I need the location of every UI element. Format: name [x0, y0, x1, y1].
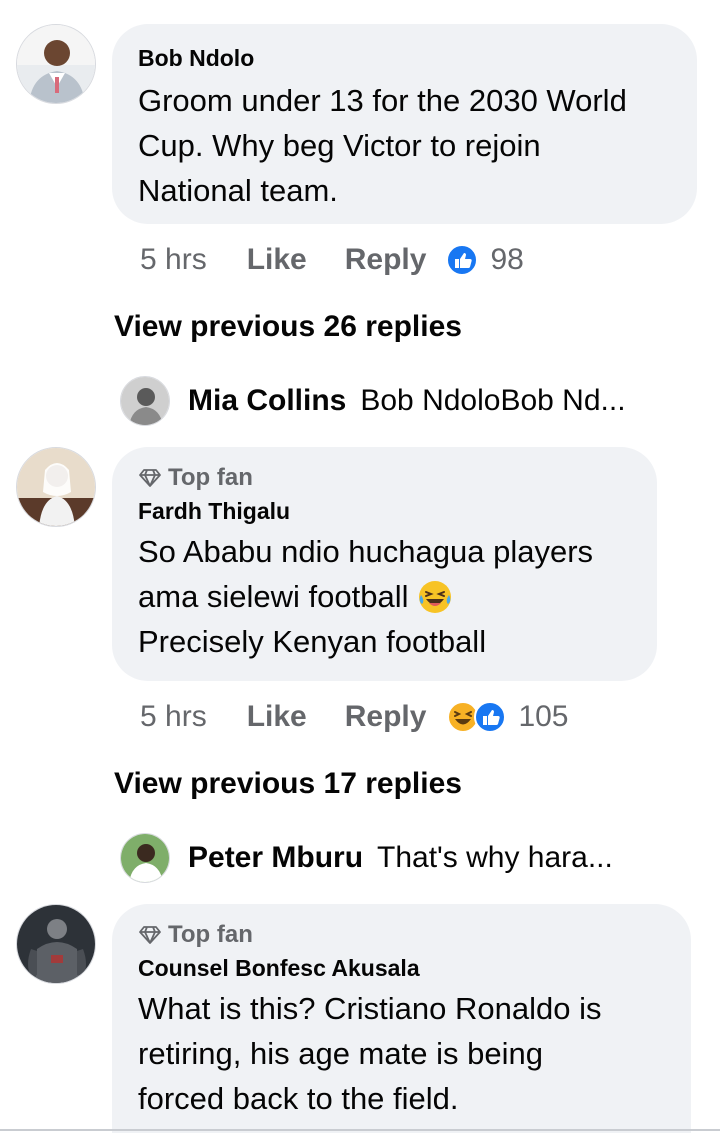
comment-text-line: What is this? Cristiano Ronaldo is [138, 991, 602, 1026]
top-fan-badge: Top fan [138, 463, 631, 493]
like-icon [474, 701, 507, 733]
avatar-peter-mburu [120, 833, 170, 883]
like-icon [446, 244, 479, 276]
reply-preview[interactable]: Mia Collins Bob NdoloBob Nd... [120, 376, 626, 426]
reply-preview[interactable]: Peter Mburu That's why hara... [120, 833, 613, 883]
diamond-icon [139, 926, 161, 944]
reply-author[interactable]: Peter Mburu [188, 841, 363, 875]
comment-actions: 5 hrs Like Reply 98 [140, 240, 524, 280]
like-button[interactable]: Like [247, 700, 307, 734]
comment-author[interactable]: Fardh Thigalu [138, 497, 631, 525]
reply-author[interactable]: Mia Collins [188, 384, 346, 418]
avatar-fardh-thigalu[interactable] [16, 447, 96, 527]
comment-text-line: Groom under 13 for the 2030 World [138, 83, 627, 118]
comment-time[interactable]: 5 hrs [140, 700, 207, 734]
comment-bubble-fardh-thigalu: Top fan Fardh Thigalu So Ababu ndio huch… [112, 447, 657, 681]
comment-text-line: forced back to the field. [138, 1081, 459, 1116]
comment-text: Groom under 13 for the 2030 World Cup. W… [138, 78, 671, 213]
reply-snippet: Bob NdoloBob Nd... [360, 384, 626, 417]
reaction-summary[interactable] [446, 700, 507, 734]
avatar-counsel-bonfesc-akusala[interactable] [16, 904, 96, 984]
comment-text-line: National team. [138, 173, 338, 208]
reply-snippet: That's why hara... [377, 841, 613, 874]
top-fan-label: Top fan [168, 921, 253, 948]
comment-text: What is this? Cristiano Ronaldo is retir… [138, 986, 665, 1121]
top-fan-label: Top fan [168, 464, 253, 491]
reaction-count[interactable]: 105 [518, 700, 568, 734]
reply-button[interactable]: Reply [345, 243, 427, 277]
top-fan-badge: Top fan [138, 920, 665, 950]
view-previous-replies[interactable]: View previous 26 replies [114, 310, 462, 344]
divider [0, 1129, 720, 1131]
comment-text-line: So Ababu ndio huchagua players [138, 534, 594, 569]
comment-bubble-bob-ndolo: Bob Ndolo Groom under 13 for the 2030 Wo… [112, 24, 697, 224]
view-previous-replies[interactable]: View previous 17 replies [114, 767, 462, 801]
laughing-tears-emoji [418, 580, 451, 613]
diamond-icon [139, 469, 161, 487]
reply-button[interactable]: Reply [345, 700, 427, 734]
avatar-bob-ndolo[interactable] [16, 24, 96, 104]
comment-text-line: Precisely Kenyan football [138, 624, 487, 659]
comment-bubble-counsel-bonfesc-akusala: Top fan Counsel Bonfesc Akusala What is … [112, 904, 691, 1133]
reaction-summary[interactable] [446, 244, 479, 276]
comment-time[interactable]: 5 hrs [140, 243, 207, 277]
comment-text: So Ababu ndio huchagua players ama siele… [138, 529, 631, 664]
comment-author[interactable]: Counsel Bonfesc Akusala [138, 954, 665, 982]
comment-author[interactable]: Bob Ndolo [138, 44, 671, 72]
comment-text-line: ama sielewi football [138, 579, 409, 614]
comment-text-line-with-emoji: ama sielewi football [138, 574, 631, 619]
comment-text-line: Cup. Why beg Victor to rejoin [138, 128, 541, 163]
like-button[interactable]: Like [247, 243, 307, 277]
reaction-count[interactable]: 98 [490, 243, 523, 277]
avatar-mia-collins [120, 376, 170, 426]
comment-actions: 5 hrs Like Reply 105 [140, 697, 569, 737]
comment-text-line: retiring, his age mate is being [138, 1036, 543, 1071]
